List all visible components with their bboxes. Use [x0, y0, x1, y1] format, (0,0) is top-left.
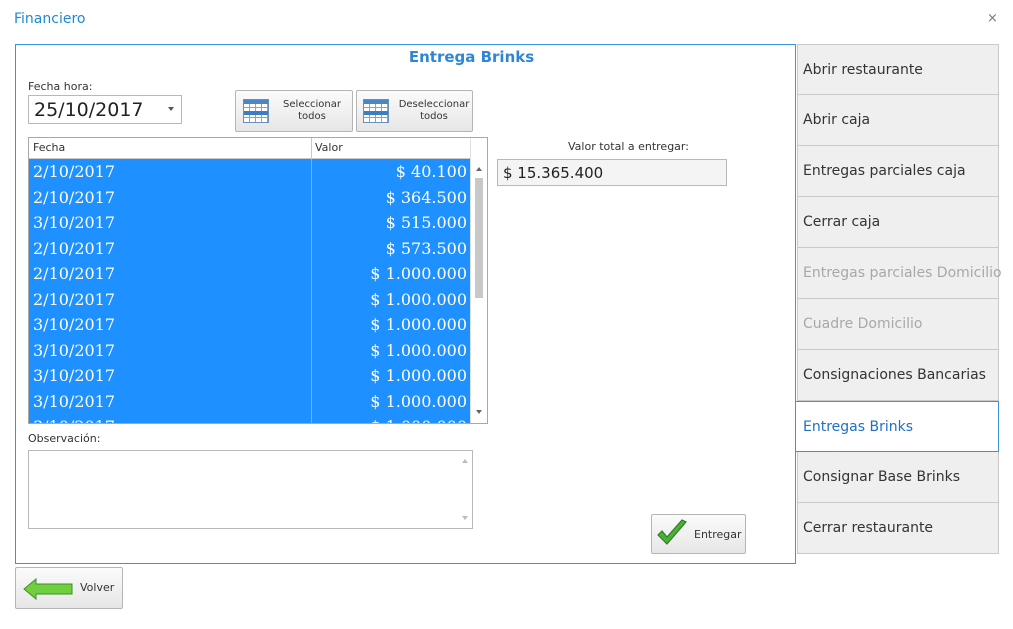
table-row[interactable]: 2/10/2017 $ 573.500 [29, 235, 470, 261]
scroll-down-icon[interactable] [462, 516, 468, 520]
deselect-all-line1: Deseleccionar [398, 99, 470, 110]
sidebar-item-consignar-base-brinks[interactable]: Consignar Base Brinks [797, 452, 999, 503]
deliveries-table[interactable]: Fecha Valor 2/10/2017 $ 40.100 2/10/2017 $ … [28, 137, 488, 424]
arrow-left-icon [23, 578, 73, 600]
table-row[interactable]: 3/10/2017 $ 1.000.000 [29, 337, 470, 363]
cell-fecha: 2/10/2017 [33, 289, 116, 309]
select-all-line1: Seleccionar [283, 99, 341, 110]
cell-valor: $ 1.000.000 [370, 315, 467, 334]
sidebar-item-cerrar-restaurante[interactable]: Cerrar restaurante [797, 503, 999, 554]
total-value: $ 15.365.400 [503, 164, 604, 182]
chevron-down-icon[interactable] [168, 107, 174, 111]
table-row[interactable]: 3/10/2017 $ 1.000.000 [29, 312, 470, 338]
table-row[interactable]: 3/10/2017 $ 1.000.000 [29, 414, 470, 423]
sidebar-item-abrir-caja[interactable]: Abrir caja [797, 95, 999, 146]
cell-valor: $ 364.500 [385, 187, 467, 207]
table-row[interactable]: 3/10/2017 $ 515.000 [29, 210, 470, 236]
deselect-all-line2: todos [420, 111, 448, 122]
sidebar-item-label: Consignar Base Brinks [803, 469, 961, 485]
sidebar-item-label: Abrir restaurante [803, 62, 923, 78]
date-value: 25/10/2017 [34, 99, 144, 121]
cell-fecha: 2/10/2017 [33, 238, 116, 258]
sidebar-item-cerrar-caja[interactable]: Cerrar caja [797, 197, 999, 248]
window-title: Financiero [14, 11, 86, 27]
cell-valor: $ 1.000.000 [370, 391, 467, 411]
total-label: Valor total a entregar: [568, 140, 689, 153]
date-label: Fecha hora: [28, 80, 93, 93]
cell-valor: $ 515.000 [385, 213, 467, 232]
table-row[interactable]: 2/10/2017 $ 364.500 [29, 184, 470, 210]
sidebar-menu: Abrir restaurante Abrir caja Entregas parc… [796, 44, 1002, 554]
sidebar-item-label: Cuadre Domicilio [803, 316, 923, 332]
cell-fecha: 3/10/2017 [33, 340, 116, 360]
sidebar-item-label: Cerrar restaurante [803, 520, 934, 536]
sidebar-item-label: Abrir caja [803, 112, 871, 128]
scroll-up-icon[interactable] [462, 459, 468, 463]
back-button[interactable]: Volver [15, 567, 123, 609]
table-row[interactable]: 3/10/2017 $ 1.000.000 [29, 388, 470, 414]
cell-fecha: 3/10/2017 [33, 417, 115, 423]
cell-fecha: 3/10/2017 [33, 366, 116, 385]
close-icon[interactable]: × [987, 12, 998, 25]
column-header-valor[interactable]: Valor [315, 141, 343, 154]
cell-valor: $ 1.000.000 [370, 289, 467, 309]
cell-fecha: 3/10/2017 [33, 315, 116, 334]
cell-fecha: 2/10/2017 [33, 264, 116, 283]
table-header: Fecha Valor [29, 138, 470, 159]
deliver-button[interactable]: Entregar [651, 514, 746, 554]
sidebar-item-cuadre-domicilio: Cuadre Domicilio [797, 299, 999, 350]
table-row[interactable]: 2/10/2017 $ 40.100 [29, 159, 470, 185]
sidebar-item-consignaciones-bancarias[interactable]: Consignaciones Bancarias [797, 350, 999, 401]
checkmark-icon [657, 519, 687, 545]
sidebar-item-entregas-parciales-domicilio: Entregas parciales Domicilio [797, 248, 1002, 299]
cell-valor: $ 1.000.000 [370, 340, 467, 360]
table-row[interactable]: 2/10/2017 $ 1.000.000 [29, 261, 470, 287]
table-row[interactable]: 3/10/2017 $ 1.000.000 [29, 363, 470, 389]
cell-fecha: 3/10/2017 [33, 213, 116, 232]
table-body: 2/10/2017 $ 40.100 2/10/2017 $ 364.500 3/10/… [29, 159, 470, 423]
deselect-all-button[interactable]: Deseleccionar todos [356, 90, 473, 132]
total-field: $ 15.365.400 [497, 159, 727, 186]
sidebar-item-entregas-parciales-caja[interactable]: Entregas parciales caja [797, 146, 999, 197]
scroll-up-icon[interactable] [476, 167, 482, 171]
scroll-thumb[interactable] [475, 178, 483, 298]
cell-valor: $ 1.000.000 [370, 366, 467, 385]
grid-deselect-icon [363, 99, 389, 123]
cell-fecha: 3/10/2017 [33, 391, 116, 411]
sidebar-item-abrir-restaurante[interactable]: Abrir restaurante [797, 44, 999, 95]
cell-valor: $ 1.000.000 [370, 417, 467, 423]
sidebar-item-label: Consignaciones Bancarias [803, 367, 986, 383]
main-panel: Entrega Brinks Fecha hora: 25/10/2017 Se… [15, 44, 796, 564]
sidebar-item-label: Cerrar caja [803, 214, 881, 230]
observation-scrollbar[interactable] [459, 451, 472, 528]
select-all-button[interactable]: Seleccionar todos [235, 90, 353, 132]
cell-fecha: 2/10/2017 [33, 187, 116, 207]
cell-valor: $ 40.100 [395, 162, 467, 181]
select-all-line2: todos [298, 111, 326, 122]
sidebar-item-entregas-brinks[interactable]: Entregas Brinks [796, 401, 999, 452]
sidebar-item-label: Entregas parciales caja [803, 163, 966, 179]
observation-label: Observación: [28, 432, 101, 445]
date-picker[interactable]: 25/10/2017 [28, 95, 182, 124]
panel-title: Entrega Brinks [408, 48, 535, 66]
table-row[interactable]: 2/10/2017 $ 1.000.000 [29, 286, 470, 312]
cell-valor: $ 573.500 [385, 238, 467, 258]
column-header-fecha[interactable]: Fecha [33, 141, 65, 154]
back-label: Volver [80, 581, 115, 594]
grid-select-icon [243, 99, 269, 123]
deliver-label: Entregar [694, 528, 742, 541]
cell-fecha: 2/10/2017 [33, 162, 116, 181]
scroll-down-icon[interactable] [476, 410, 482, 414]
table-scrollbar[interactable] [470, 138, 487, 423]
observation-textarea[interactable] [28, 450, 473, 529]
sidebar-item-label: Entregas parciales Domicilio [803, 265, 1002, 281]
sidebar-item-label: Entregas Brinks [803, 419, 914, 435]
cell-valor: $ 1.000.000 [370, 264, 467, 283]
